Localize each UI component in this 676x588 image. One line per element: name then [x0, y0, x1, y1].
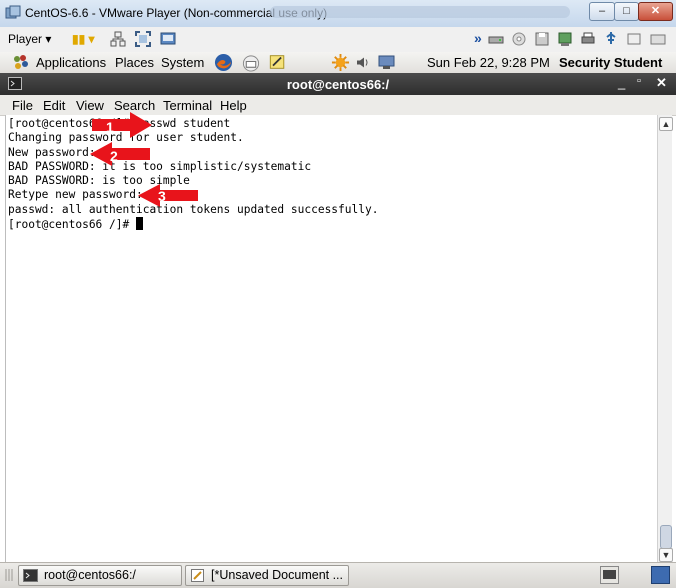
- pause-button[interactable]: ▮▮ ▾: [72, 32, 95, 46]
- sound-card-icon[interactable]: [650, 31, 666, 47]
- mail-client-icon[interactable]: [241, 53, 261, 72]
- player-menu[interactable]: Player ▾: [8, 32, 51, 46]
- scroll-up-arrow[interactable]: ▲: [659, 117, 673, 131]
- applications-menu[interactable]: Applications: [36, 55, 106, 70]
- network-status-icon[interactable]: [378, 54, 396, 71]
- network-icon[interactable]: [110, 31, 126, 47]
- terminal-maximize-button[interactable]: ▫: [637, 75, 641, 87]
- gnome-bottom-panel: root@centos66:/ [*Unsaved Document ...: [0, 562, 676, 588]
- workspace-switcher-icon[interactable]: [651, 566, 670, 584]
- scroll-down-arrow[interactable]: ▼: [659, 548, 673, 562]
- blurred-path: [270, 6, 570, 18]
- places-menu[interactable]: Places: [115, 55, 154, 70]
- unity-icon[interactable]: [160, 31, 176, 47]
- terminal-title: root@centos66:/: [286, 77, 390, 92]
- usb-icon[interactable]: [603, 31, 619, 47]
- taskbar-item-label: [*Unsaved Document ...: [211, 568, 344, 582]
- show-desktop-icon[interactable]: [600, 566, 619, 584]
- annotation-number-2: 2: [110, 148, 118, 164]
- terminal-close-button[interactable]: ✕: [656, 75, 667, 91]
- terminal-minimize-button[interactable]: _: [618, 75, 625, 90]
- annotation-arrow-2: 2: [90, 142, 150, 166]
- panel-handle-icon: [5, 569, 13, 581]
- firefox-icon[interactable]: [214, 53, 233, 72]
- menu-terminal[interactable]: Terminal: [163, 98, 212, 113]
- panel-clock[interactable]: Sun Feb 22, 9:28 PM: [427, 55, 550, 70]
- taskbar-item-document[interactable]: [*Unsaved Document ...: [185, 565, 349, 586]
- scrollbar-thumb[interactable]: [660, 525, 672, 549]
- system-menu[interactable]: System: [161, 55, 204, 70]
- terminal-scrollbar[interactable]: ▲ ▼: [657, 115, 673, 562]
- maximize-button[interactable]: □: [614, 2, 639, 21]
- gnome-top-panel: Applications Places System Sun Feb 22, 9…: [0, 52, 676, 74]
- annotation-number-3: 3: [158, 188, 166, 204]
- message-icon[interactable]: [626, 31, 642, 47]
- terminal-titlebar: root@centos66:/ _ ▫ ✕: [0, 73, 676, 95]
- vmware-toolbar: Player ▾ ▮▮ ▾ »: [0, 27, 676, 53]
- annotation-arrow-3: 3: [138, 184, 198, 207]
- printer-icon[interactable]: [580, 31, 596, 47]
- hdd-icon[interactable]: [488, 31, 504, 47]
- terminal-prompt-line: [root@centos66 /]#: [8, 218, 136, 232]
- gnome-foot-icon: [14, 55, 28, 69]
- terminal-cursor: [135, 217, 143, 231]
- text-editor-icon: [191, 569, 204, 582]
- text-editor-icon[interactable]: [268, 53, 287, 71]
- vmware-icon: [5, 5, 21, 19]
- volume-icon[interactable]: [355, 54, 371, 71]
- terminal-line: Retype new password:: [8, 188, 143, 202]
- update-notifier-icon[interactable]: [331, 53, 350, 72]
- terminal-icon: [23, 569, 38, 582]
- cdrom-icon[interactable]: [511, 31, 527, 47]
- close-button[interactable]: ✕: [638, 2, 673, 21]
- menu-view[interactable]: View: [76, 98, 104, 113]
- more-devices[interactable]: »: [474, 30, 482, 46]
- fullscreen-icon[interactable]: [135, 31, 151, 47]
- menu-help[interactable]: Help: [220, 98, 247, 113]
- vmware-titlebar: CentOS-6.6 - VMware Player (Non-commerci…: [0, 0, 676, 28]
- terminal-line: New password:: [8, 145, 96, 159]
- terminal-text: [root@centos66 /]# passwd student Changi…: [8, 117, 378, 232]
- menu-search[interactable]: Search: [114, 98, 155, 113]
- menu-edit[interactable]: Edit: [43, 98, 65, 113]
- panel-username[interactable]: Security Student: [559, 55, 662, 70]
- terminal-output[interactable]: [root@centos66 /]# passwd student Changi…: [5, 115, 659, 563]
- minimize-button[interactable]: –: [589, 2, 615, 21]
- taskbar-item-label: root@centos66:/: [44, 568, 136, 582]
- menu-file[interactable]: File: [12, 98, 33, 113]
- floppy-icon[interactable]: [534, 31, 550, 47]
- taskbar-item-terminal[interactable]: root@centos66:/: [18, 565, 182, 586]
- network-adapter-icon[interactable]: [557, 31, 573, 47]
- annotation-number-1: 1: [106, 119, 114, 135]
- terminal-line: BAD PASSWORD: it is too simplistic/syste…: [8, 159, 312, 173]
- annotation-arrow-1: 1: [92, 112, 152, 138]
